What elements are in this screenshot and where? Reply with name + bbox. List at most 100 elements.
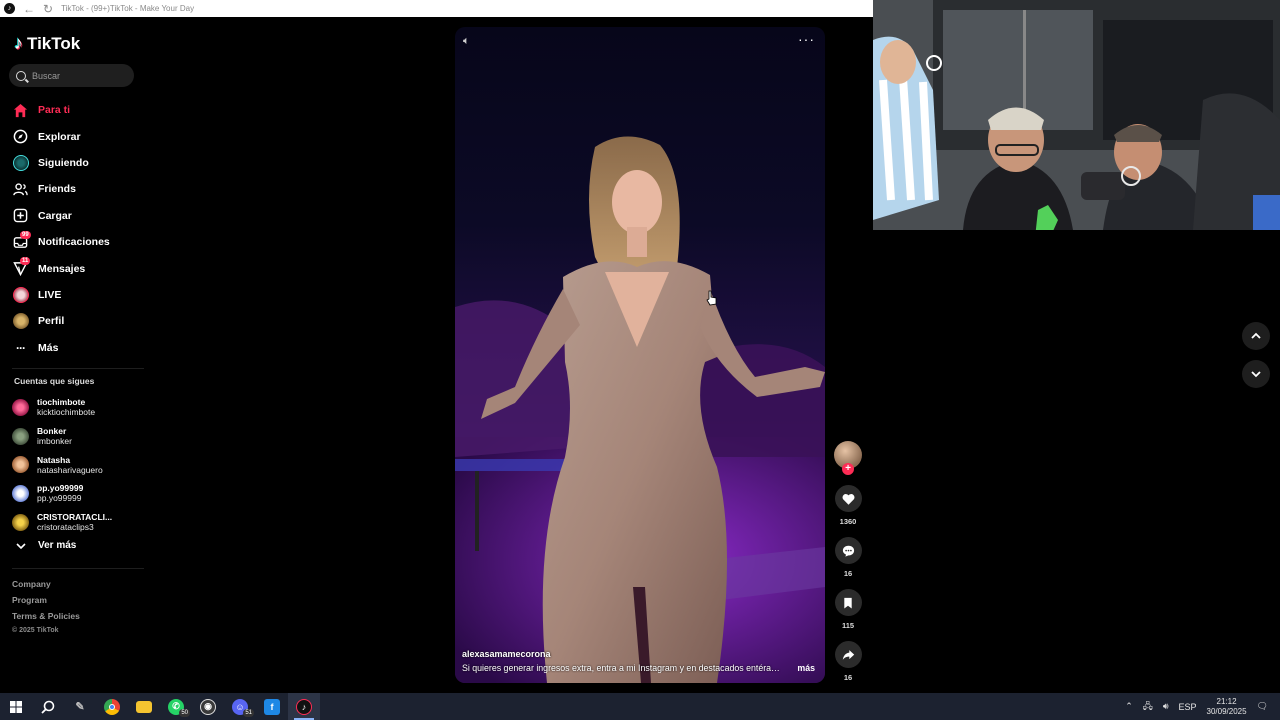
taskbar-app-explorer[interactable] — [128, 693, 160, 720]
back-icon[interactable]: ← — [23, 3, 35, 15]
sidebar-nav: Para ti Explorar Siguiendo Friends Carga… — [12, 97, 147, 361]
network-icon[interactable]: 🖧︎ — [1143, 699, 1153, 715]
footer-link-terms[interactable]: Terms & Policies — [12, 611, 80, 622]
taskbar-app-obs[interactable]: ◉ — [192, 693, 224, 720]
more-options-icon[interactable]: ··· — [798, 31, 815, 47]
taskbar-app-tiktok[interactable]: ♪ — [288, 693, 320, 720]
following-item[interactable]: Natasha natasharivaguero — [12, 450, 112, 479]
tiktok-favicon-icon: ♪ — [4, 3, 15, 14]
nav-item-siguiendo[interactable]: Siguiendo — [12, 150, 147, 176]
volume-icon[interactable]: 🔈︎ — [463, 35, 470, 48]
hand-cursor-icon — [706, 290, 717, 306]
footer-link-program[interactable]: Program — [12, 595, 80, 606]
following-item[interactable]: pp.yo99999 pp.yo99999 — [12, 479, 112, 508]
language-indicator[interactable]: ESP — [1179, 702, 1197, 712]
nav-item-cargar[interactable]: Cargar — [12, 203, 147, 229]
clock-date: 30/09/2025 — [1206, 706, 1247, 716]
footer-link-company[interactable]: Company — [12, 579, 80, 590]
taskbar-search-button[interactable] — [32, 693, 64, 720]
account-name: CRISTORATACLI... — [37, 512, 113, 523]
taskbar-app-chrome[interactable] — [96, 693, 128, 720]
bookmark-icon — [844, 597, 852, 609]
following-item[interactable]: tiochimbote kicktiochimbote — [12, 393, 112, 422]
see-more-label: Ver más — [38, 540, 77, 551]
save-button[interactable] — [834, 589, 862, 616]
webcam-overlay — [873, 0, 1280, 230]
clock-time: 21:12 — [1216, 696, 1237, 706]
account-name: Bonker — [37, 426, 67, 437]
sidebar-divider — [12, 568, 144, 569]
creator-avatar[interactable]: + — [834, 441, 862, 475]
heart-icon — [842, 493, 854, 505]
profile-avatar-icon — [12, 313, 29, 330]
windows-logo-icon — [10, 700, 22, 713]
browser-titlebar: ♪ ← ↻ TikTok - (99+)TikTok - Make Your D… — [0, 0, 873, 17]
friends-icon — [12, 181, 29, 198]
nav-item-mas[interactable]: ··· Más — [12, 335, 147, 361]
account-name: pp.yo99999 — [37, 483, 84, 494]
account-handle: imbonker — [37, 436, 72, 447]
live-icon — [12, 286, 29, 303]
clock[interactable]: 21:12 30/09/2025 — [1207, 697, 1247, 717]
next-video-button[interactable] — [1242, 360, 1270, 388]
webcam-feed — [873, 0, 1280, 230]
tiktok-page: ♪ TikTok Para ti Explorar — [0, 17, 873, 717]
video-frame — [455, 136, 825, 683]
account-handle: natasharivaguero — [37, 464, 103, 475]
nav-item-perfil[interactable]: Perfil — [12, 308, 147, 334]
reload-icon[interactable]: ↻ — [43, 3, 53, 15]
tiktok-logo[interactable]: ♪ TikTok — [14, 33, 80, 54]
folder-icon — [136, 700, 152, 713]
account-handle: cristorataclips3 — [37, 522, 94, 533]
follow-plus-icon[interactable]: + — [842, 463, 854, 475]
account-avatar — [12, 484, 29, 502]
f-app-icon: f — [264, 698, 280, 715]
following-list: tiochimbote kicktiochimbote Bonker imbonke… — [12, 393, 112, 536]
taskbar-app-pen[interactable]: ✎ — [64, 693, 96, 720]
nav-label: LIVE — [38, 288, 62, 301]
caption-more-button[interactable]: más — [797, 663, 815, 673]
discord-badge: 51 — [243, 709, 254, 717]
search-icon — [16, 70, 26, 81]
search-bar[interactable] — [9, 64, 134, 87]
account-avatar — [12, 427, 29, 445]
following-item[interactable]: Bonker imbonker — [12, 422, 112, 451]
notification-badge: 99 — [20, 230, 31, 239]
comment-button[interactable] — [834, 537, 862, 564]
nav-item-notificaciones[interactable]: 99 Notificaciones — [12, 229, 147, 255]
following-item[interactable]: CRISTORATACLI... cristorataclips3 — [12, 508, 112, 537]
nav-item-friends[interactable]: Friends — [12, 176, 147, 202]
video-author[interactable]: alexasamamecorona — [462, 649, 551, 659]
volume-tray-icon[interactable]: 🔊︎ — [1163, 701, 1169, 712]
video-player[interactable]: 🔈︎ ··· alexasamamecorona Si quieres gene… — [455, 27, 825, 683]
nav-label: Para ti — [38, 104, 71, 117]
tab-title: TikTok - (99+)TikTok - Make Your Day — [61, 4, 195, 13]
like-button[interactable] — [834, 485, 862, 512]
tiktok-wordmark: TikTok — [27, 33, 81, 53]
previous-video-button[interactable] — [1242, 322, 1270, 350]
following-avatar-icon — [12, 154, 29, 171]
share-button[interactable] — [834, 641, 862, 668]
like-count: 1360 — [839, 517, 857, 526]
nav-label: Notificaciones — [38, 236, 110, 249]
home-icon — [12, 102, 29, 119]
footer-copyright: © 2025 TikTok — [12, 627, 59, 634]
whatsapp-badge: 50 — [179, 709, 190, 717]
save-count: 115 — [841, 621, 855, 630]
account-avatar — [12, 456, 29, 474]
nav-item-mensajes[interactable]: 11 Mensajes — [12, 255, 147, 281]
share-count: 16 — [843, 673, 853, 682]
nav-item-explorar[interactable]: Explorar — [12, 123, 147, 149]
nav-item-para-ti[interactable]: Para ti — [12, 97, 147, 123]
comment-count: 16 — [843, 569, 853, 578]
taskbar-app-f[interactable]: f — [256, 693, 288, 720]
tray-chevron-up-icon[interactable]: ⌃ — [1125, 701, 1133, 712]
see-more-button[interactable]: Ver más — [16, 540, 76, 551]
nav-item-live[interactable]: LIVE — [12, 282, 147, 308]
notification-center-icon[interactable]: 🗨︎ — [1257, 701, 1268, 712]
taskbar-app-discord[interactable]: ☺ 51 — [224, 693, 256, 720]
search-input[interactable] — [32, 70, 127, 81]
taskbar-app-whatsapp[interactable]: ✆ 50 — [160, 693, 192, 720]
start-button[interactable] — [0, 693, 32, 720]
nav-label: Perfil — [38, 315, 65, 328]
